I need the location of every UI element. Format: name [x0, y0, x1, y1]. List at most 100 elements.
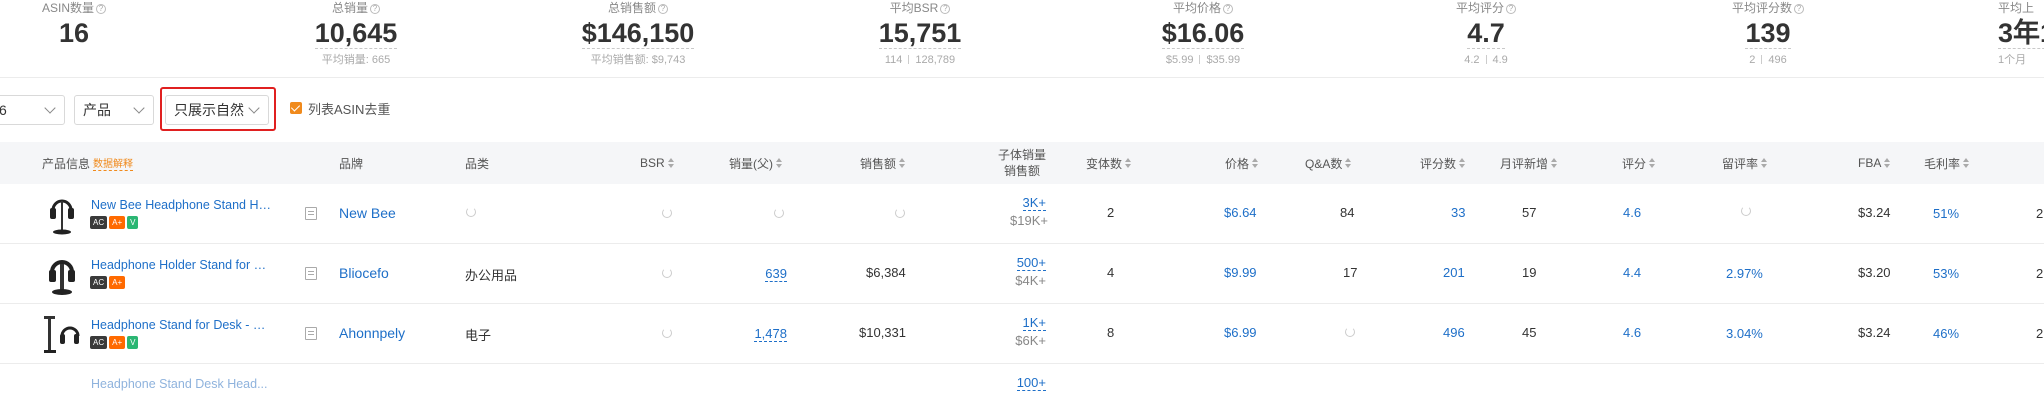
col-revenue[interactable]: 销售额	[860, 142, 906, 184]
child-sales-text[interactable]: 3K+	[1022, 195, 1046, 211]
stat-value[interactable]: $16.06	[1161, 19, 1245, 49]
col-rating[interactable]: 评分	[1622, 142, 1656, 184]
margin-value[interactable]: 51%	[1933, 206, 1959, 221]
margin-value[interactable]: 53%	[1933, 266, 1959, 281]
sort-icon[interactable]	[1252, 157, 1259, 169]
help-icon[interactable]: ?	[370, 4, 380, 14]
product-thumbnail[interactable]	[44, 312, 80, 356]
child-sales-value[interactable]: 1K+	[1000, 314, 1046, 332]
sort-icon[interactable]	[667, 157, 675, 169]
qa-count: 17	[1343, 265, 1358, 280]
stat-value[interactable]: 139	[1745, 19, 1791, 49]
price-value[interactable]: $6.99	[1224, 325, 1257, 340]
help-icon[interactable]: ?	[658, 4, 668, 14]
select-value: 只展示自然	[174, 102, 244, 118]
product-title-link[interactable]: Headphone Holder Stand for D...	[91, 258, 271, 272]
sort-icon[interactable]	[1125, 157, 1132, 169]
sales-text[interactable]: 1,478	[754, 326, 787, 342]
price-value[interactable]: $6.64	[1224, 205, 1257, 220]
sort-icon[interactable]	[1345, 157, 1352, 169]
child-revenue: $6K+	[1015, 333, 1046, 348]
col-category: 品类	[465, 142, 489, 184]
detail-doc-icon[interactable]	[305, 207, 317, 220]
help-icon[interactable]: ?	[1506, 4, 1516, 14]
sales-value[interactable]: 639	[745, 265, 787, 283]
col-monthly-new[interactable]: 月评新增	[1500, 142, 1558, 184]
stat-total-sales: 总销量? 10,645 平均销量: 665	[236, 0, 476, 67]
filter-select-a[interactable]: 6	[0, 95, 65, 125]
brand-link[interactable]: Ahonnpely	[339, 325, 405, 341]
dedupe-checkbox[interactable]	[290, 102, 302, 114]
retention-rate[interactable]: 3.04%	[1726, 326, 1763, 341]
detail-doc-icon[interactable]	[305, 327, 317, 340]
sort-icon[interactable]	[1963, 157, 1970, 169]
retention-rate[interactable]: 2.97%	[1726, 266, 1763, 281]
category-value: 办公用品	[465, 268, 518, 283]
sales-text[interactable]: 639	[765, 266, 787, 282]
stat-min: 4.2	[1464, 54, 1480, 66]
help-icon[interactable]: ?	[1794, 4, 1804, 14]
sort-icon[interactable]	[1649, 157, 1656, 169]
sort-icon[interactable]	[1551, 157, 1558, 169]
help-icon[interactable]: ?	[1223, 4, 1233, 14]
overflow-cell: 2	[2036, 326, 2044, 341]
col-bsr[interactable]: BSR	[640, 142, 675, 184]
product-title-link[interactable]: New Bee Headphone Stand He...	[91, 198, 271, 212]
filter-select-type[interactable]: 产品	[74, 95, 154, 125]
col-qa[interactable]: Q&A数	[1305, 142, 1352, 184]
child-sales-text[interactable]: 100+	[1016, 375, 1046, 391]
monthly-new-reviews: 19	[1522, 265, 1537, 280]
badge-ac: AC	[90, 276, 108, 289]
rating-value[interactable]: 4.6	[1623, 205, 1641, 220]
brand-link[interactable]: Bliocefo	[339, 265, 389, 281]
price-value[interactable]: $9.99	[1224, 265, 1257, 280]
reviews-count[interactable]: 33	[1451, 205, 1465, 220]
dedupe-checkbox-label[interactable]: 列表ASIN去重	[308, 99, 390, 118]
col-label: 子体销量	[998, 148, 1047, 162]
rating-value[interactable]: 4.4	[1623, 265, 1641, 280]
product-thumbnail[interactable]	[44, 252, 80, 296]
col-margin[interactable]: 毛利率	[1924, 142, 1970, 184]
child-sales-value[interactable]: 3K+	[1010, 194, 1046, 212]
margin-value[interactable]: 46%	[1933, 326, 1959, 341]
brand-link[interactable]: New Bee	[339, 205, 396, 221]
help-icon[interactable]: ?	[940, 4, 951, 14]
col-price[interactable]: 价格	[1225, 142, 1259, 184]
sort-icon[interactable]	[1761, 157, 1768, 169]
help-icon[interactable]: ?	[96, 4, 106, 14]
col-child-sales[interactable]: 子体销量 销售额	[998, 142, 1046, 184]
sort-icon[interactable]	[1884, 157, 1891, 169]
sort-icon[interactable]	[899, 157, 906, 169]
stat-value[interactable]: $146,150	[581, 19, 695, 49]
product-title-link[interactable]: Headphone Stand Desk Head...	[91, 377, 271, 391]
filter-select-natural[interactable]: 只展示自然	[165, 95, 269, 125]
reviews-count[interactable]: 201	[1443, 265, 1465, 280]
product-title-link[interactable]: Headphone Stand for Desk - H...	[91, 318, 271, 332]
stat-max: 496	[1768, 54, 1787, 66]
sort-icon[interactable]	[1459, 157, 1466, 169]
rating-value[interactable]: 4.6	[1623, 325, 1641, 340]
detail-doc-icon[interactable]	[305, 267, 317, 280]
stat-value[interactable]: 10,645	[314, 19, 398, 49]
reviews-count[interactable]: 496	[1443, 325, 1465, 340]
sort-icon[interactable]	[776, 157, 783, 169]
col-retention[interactable]: 留评率	[1722, 142, 1768, 184]
col-reviews[interactable]: 评分数	[1420, 142, 1466, 184]
col-variants[interactable]: 变体数	[1086, 142, 1132, 184]
sales-value[interactable]: 1,478	[745, 325, 787, 343]
col-fba[interactable]: FBA	[1858, 142, 1891, 184]
product-thumbnail[interactable]	[44, 192, 80, 236]
child-sales-value[interactable]: 100+	[1000, 374, 1046, 392]
product-badges: AC A+ V	[90, 216, 139, 229]
qa-count: 84	[1340, 205, 1355, 220]
col-sales[interactable]: 销量(父)	[729, 142, 783, 184]
data-explain-link[interactable]: 数据解释	[93, 155, 134, 171]
loading-spinner-icon	[1741, 206, 1751, 216]
stat-value[interactable]: 15,751	[878, 19, 962, 49]
child-sales-text[interactable]: 1K+	[1022, 315, 1046, 331]
child-sales-text[interactable]: 500+	[1016, 255, 1046, 271]
child-revenue: $19K+	[1010, 213, 1048, 228]
child-sales-value[interactable]: 500+	[1000, 254, 1046, 272]
stat-value[interactable]: 4.7	[1467, 19, 1505, 49]
stat-value[interactable]: 3年1	[1998, 19, 2044, 49]
